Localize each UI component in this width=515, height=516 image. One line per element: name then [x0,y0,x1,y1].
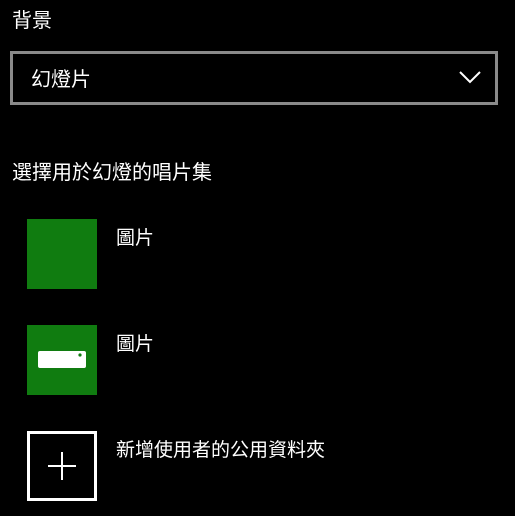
plus-icon [48,452,76,480]
album-item-pictures-drive[interactable]: 圖片 [27,325,497,397]
folder-tile-icon [27,219,97,289]
background-dropdown[interactable]: 幻燈片 [10,51,498,105]
background-label: 背景 [12,8,52,32]
album-item-label: 圖片 [116,227,155,249]
chevron-down-icon [459,71,481,84]
album-item-pictures[interactable]: 圖片 [27,219,497,291]
add-public-folder-button[interactable]: 新增使用者的公用資料夾 [27,431,497,503]
album-selection-heading: 選擇用於幻燈的唱片集 [12,160,212,184]
background-settings-page: 背景 幻燈片 選擇用於幻燈的唱片集 圖片 圖片 新增使用者的公用資料夾 [0,0,515,516]
album-item-label: 圖片 [116,333,155,355]
drive-tile [27,325,97,395]
background-dropdown-value: 幻燈片 [31,67,91,91]
add-tile [27,431,97,501]
add-folder-label: 新增使用者的公用資料夾 [116,439,326,461]
drive-icon [38,351,86,368]
